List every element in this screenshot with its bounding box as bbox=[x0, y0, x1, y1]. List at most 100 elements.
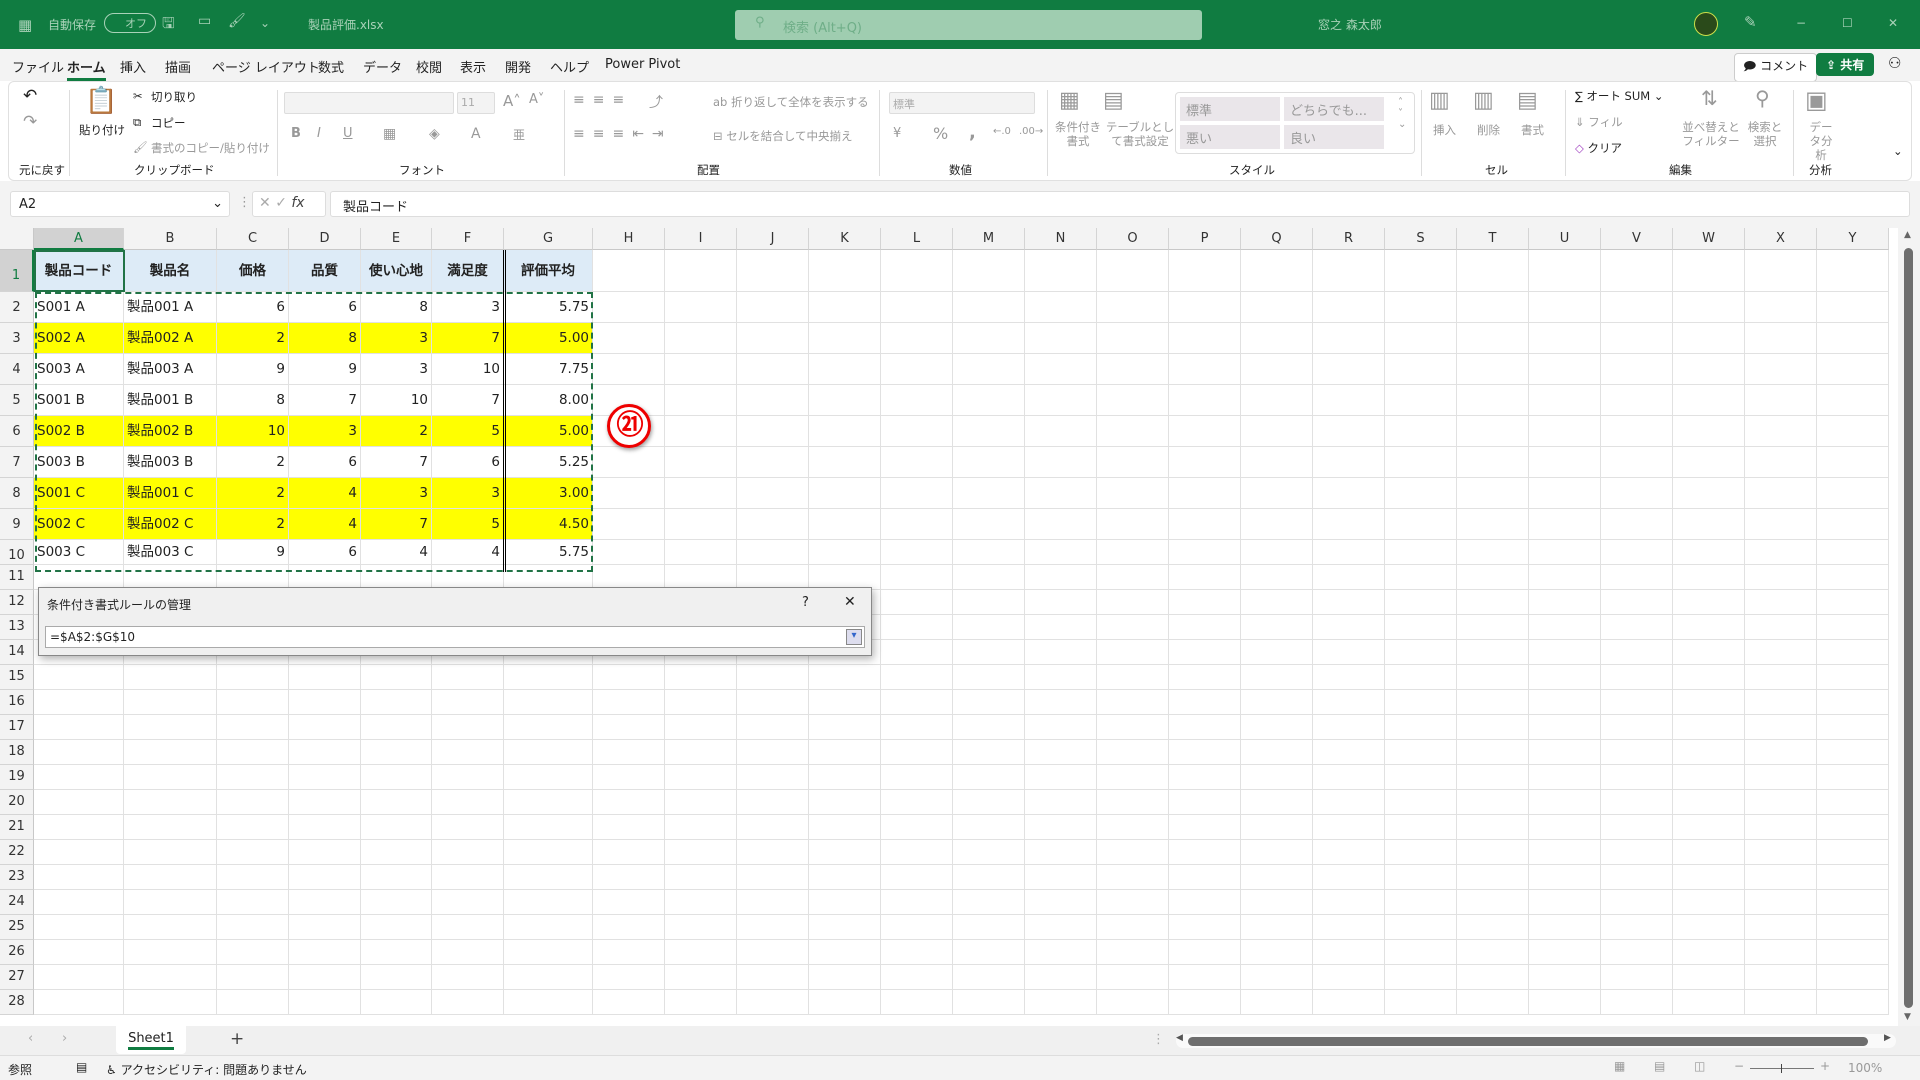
cell[interactable] bbox=[504, 965, 593, 990]
zoom-level[interactable]: 100% bbox=[1848, 1061, 1882, 1075]
cell[interactable] bbox=[593, 965, 665, 990]
cell[interactable] bbox=[1529, 250, 1601, 292]
cell[interactable] bbox=[1457, 915, 1529, 940]
cell[interactable] bbox=[361, 765, 432, 790]
cell[interactable] bbox=[289, 690, 361, 715]
tab-help[interactable]: ヘルプ bbox=[550, 57, 589, 76]
cell[interactable] bbox=[1241, 940, 1313, 965]
cell[interactable] bbox=[1817, 590, 1889, 615]
data-cell[interactable]: S003 A bbox=[34, 354, 124, 385]
header-cell[interactable]: 製品名 bbox=[124, 250, 217, 292]
cell[interactable] bbox=[1241, 965, 1313, 990]
cell[interactable] bbox=[1169, 715, 1241, 740]
data-cell[interactable]: S002 A bbox=[34, 323, 124, 354]
cell[interactable] bbox=[881, 990, 953, 1015]
cell[interactable] bbox=[361, 715, 432, 740]
tab-home[interactable]: ホーム bbox=[67, 57, 106, 81]
cell[interactable] bbox=[1025, 292, 1097, 323]
cell[interactable] bbox=[289, 990, 361, 1015]
autosave-toggle[interactable]: オフ bbox=[104, 13, 156, 33]
cell[interactable] bbox=[1385, 509, 1457, 540]
italic-button[interactable]: I bbox=[317, 126, 321, 141]
cell[interactable] bbox=[1673, 292, 1745, 323]
cell[interactable] bbox=[217, 940, 289, 965]
cell[interactable] bbox=[1241, 765, 1313, 790]
cell[interactable] bbox=[504, 890, 593, 915]
copy-button[interactable]: コピー bbox=[151, 115, 186, 131]
cell[interactable] bbox=[1313, 765, 1385, 790]
data-cell[interactable]: 製品001 A bbox=[124, 292, 217, 323]
row-header-6[interactable]: 6 bbox=[0, 416, 34, 447]
cell[interactable] bbox=[1169, 590, 1241, 615]
clear-button[interactable]: ◇ クリア bbox=[1575, 140, 1622, 156]
row-header-13[interactable]: 13 bbox=[0, 615, 34, 640]
cell[interactable] bbox=[1313, 890, 1385, 915]
cell[interactable] bbox=[953, 447, 1025, 478]
cell[interactable] bbox=[1673, 250, 1745, 292]
cell[interactable] bbox=[1385, 640, 1457, 665]
cell[interactable] bbox=[1385, 915, 1457, 940]
cell[interactable] bbox=[1097, 416, 1169, 447]
cell[interactable] bbox=[1097, 765, 1169, 790]
bold-button[interactable]: B bbox=[291, 126, 301, 141]
cell[interactable] bbox=[665, 715, 737, 740]
cell[interactable] bbox=[665, 865, 737, 890]
cell[interactable] bbox=[361, 840, 432, 865]
horizontal-scroll-thumb[interactable] bbox=[1188, 1037, 1868, 1046]
cell[interactable] bbox=[1241, 890, 1313, 915]
cell[interactable] bbox=[1385, 615, 1457, 640]
cell[interactable] bbox=[34, 915, 124, 940]
cell[interactable] bbox=[1457, 385, 1529, 416]
cell[interactable] bbox=[217, 915, 289, 940]
cell[interactable] bbox=[1673, 323, 1745, 354]
cell[interactable] bbox=[1457, 250, 1529, 292]
cell[interactable] bbox=[665, 509, 737, 540]
row-header-17[interactable]: 17 bbox=[0, 715, 34, 740]
row-header-11[interactable]: 11 bbox=[0, 565, 34, 590]
cell[interactable] bbox=[1601, 590, 1673, 615]
cell[interactable] bbox=[1097, 915, 1169, 940]
cell[interactable] bbox=[1529, 790, 1601, 815]
cell[interactable] bbox=[1385, 940, 1457, 965]
cell[interactable] bbox=[1025, 478, 1097, 509]
cell[interactable] bbox=[953, 915, 1025, 940]
cell[interactable] bbox=[1313, 790, 1385, 815]
insert-cells-icon[interactable]: ▥ bbox=[1429, 88, 1450, 113]
cell[interactable] bbox=[34, 740, 124, 765]
data-cell[interactable]: 10 bbox=[361, 385, 432, 416]
cell[interactable] bbox=[1385, 447, 1457, 478]
cell[interactable] bbox=[1313, 640, 1385, 665]
cell[interactable] bbox=[1169, 640, 1241, 665]
cell[interactable] bbox=[1313, 385, 1385, 416]
increase-decimal-icon[interactable]: ←.0 bbox=[993, 126, 1011, 137]
cell[interactable] bbox=[1025, 765, 1097, 790]
cell[interactable] bbox=[289, 890, 361, 915]
cell[interactable] bbox=[953, 292, 1025, 323]
cell[interactable] bbox=[1169, 915, 1241, 940]
cell[interactable] bbox=[1385, 665, 1457, 690]
data-cell[interactable]: S001 A bbox=[34, 292, 124, 323]
data-cell[interactable]: 3 bbox=[432, 478, 504, 509]
cell[interactable] bbox=[1673, 840, 1745, 865]
cell[interactable] bbox=[1457, 354, 1529, 385]
minimize-button[interactable]: − bbox=[1796, 16, 1806, 30]
name-box[interactable]: A2 ⌄ bbox=[10, 191, 230, 217]
cell[interactable] bbox=[1097, 715, 1169, 740]
cell[interactable] bbox=[665, 815, 737, 840]
data-cell[interactable]: 4 bbox=[289, 478, 361, 509]
format-cells-button[interactable]: 書式 bbox=[1521, 122, 1544, 138]
row-header-20[interactable]: 20 bbox=[0, 790, 34, 815]
cell[interactable] bbox=[1097, 940, 1169, 965]
column-header-N[interactable]: N bbox=[1025, 228, 1097, 250]
cell[interactable] bbox=[593, 815, 665, 840]
cell[interactable] bbox=[809, 865, 881, 890]
cell[interactable] bbox=[737, 478, 809, 509]
cell[interactable] bbox=[217, 890, 289, 915]
cell[interactable] bbox=[1457, 509, 1529, 540]
cell[interactable] bbox=[34, 690, 124, 715]
cell[interactable] bbox=[1745, 890, 1817, 915]
cell[interactable] bbox=[289, 915, 361, 940]
cell[interactable] bbox=[1169, 416, 1241, 447]
cell[interactable] bbox=[1097, 447, 1169, 478]
horizontal-scrollbar[interactable]: ◀ ▶ bbox=[1176, 1033, 1896, 1048]
